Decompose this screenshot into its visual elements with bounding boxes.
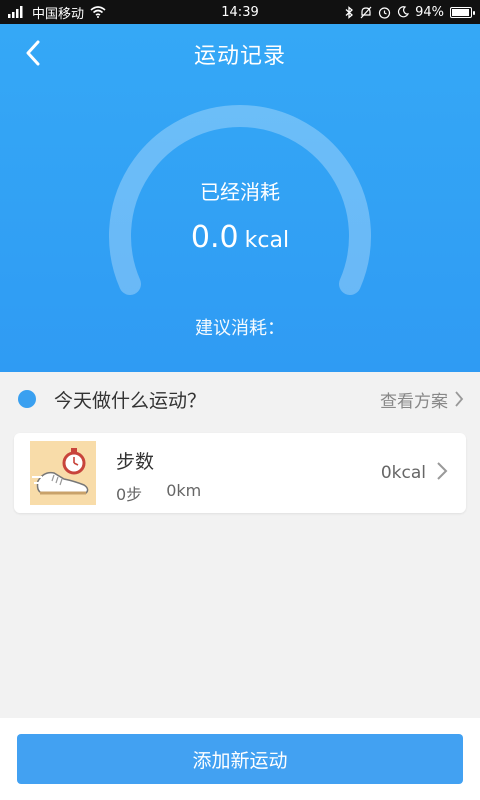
consumed-label: 已经消耗	[200, 180, 280, 204]
page-title: 运动记录	[193, 44, 286, 69]
consumed-number: 0.0	[190, 220, 239, 255]
consumed-unit: kcal	[244, 228, 290, 253]
status-left: 中国移动	[8, 3, 106, 22]
battery-icon	[450, 6, 475, 18]
section-title: 今天做什么运动？	[54, 389, 207, 412]
suggest-label: 建议消耗：	[195, 318, 285, 339]
bluetooth-icon	[345, 5, 354, 19]
moon-icon	[398, 6, 410, 18]
mute-icon	[360, 6, 372, 18]
running-shoe-icon	[32, 471, 89, 495]
section-dot	[18, 390, 36, 408]
activity-stats: 0步 0km	[116, 481, 201, 505]
wifi-icon	[90, 6, 106, 18]
activity-thumbnail	[30, 441, 96, 505]
header: 运动记录 已经消耗 0.0 kcal 建议消耗：	[0, 24, 480, 372]
signal-icon	[8, 6, 23, 18]
battery-percent: 94%	[415, 4, 444, 20]
calorie-gauge	[109, 105, 371, 295]
activity-card-steps[interactable]: 步数 0步 0km 0kcal	[14, 433, 466, 513]
activity-steps: 0步	[116, 485, 143, 504]
consumed-value: 0.0 kcal	[0, 220, 480, 255]
view-plan-link[interactable]: 查看方案	[380, 387, 464, 412]
section-header: 今天做什么运动？ 查看方案	[0, 372, 480, 426]
status-right: 94%	[345, 4, 475, 20]
battery-level-fill	[452, 8, 469, 16]
carrier-name: 中国移动	[32, 6, 85, 22]
status-bar: 中国移动 14:39 94%	[0, 0, 480, 24]
chevron-right-icon	[437, 462, 448, 480]
activity-distance: 0km	[166, 481, 202, 500]
alarm-icon	[378, 6, 391, 19]
activity-name: 步数	[116, 451, 155, 473]
chevron-right-icon	[455, 391, 464, 407]
view-plan-label: 查看方案	[380, 391, 448, 412]
activity-kcal: 0kcal	[380, 463, 426, 483]
add-new-exercise-button[interactable]: 添加新运动	[17, 734, 463, 784]
bottom-bar: 添加新运动	[0, 718, 480, 800]
stopwatch-icon	[62, 448, 86, 475]
